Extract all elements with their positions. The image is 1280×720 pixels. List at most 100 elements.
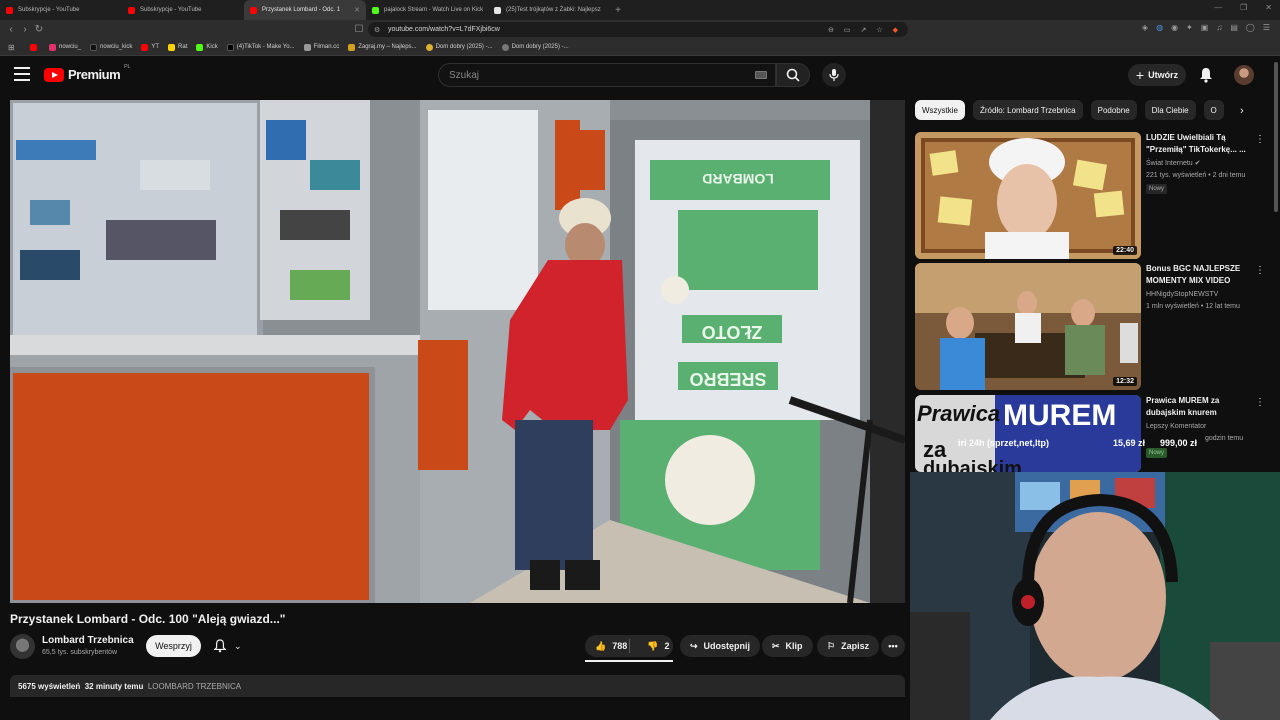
join-button[interactable]: Wesprzyj: [146, 635, 201, 657]
bookmark-item[interactable]: Zagraj.my – Najleps...: [348, 43, 417, 51]
search-input[interactable]: Szukaj: [438, 63, 776, 87]
share-page-icon[interactable]: ↗: [860, 26, 866, 34]
subscription-bell-button[interactable]: ⌄: [208, 635, 254, 657]
restore-icon[interactable]: ❐: [1240, 3, 1247, 12]
new-tab-button[interactable]: +: [610, 5, 626, 16]
bookmark-page-icon[interactable]: ☐: [352, 24, 366, 35]
like-underline: [585, 660, 673, 662]
puzzle-icon[interactable]: ✦: [1186, 23, 1193, 32]
webcam-overlay: [910, 472, 1280, 720]
bell-icon: [214, 639, 226, 653]
browser-tab[interactable]: Subskrypcje - YouTube: [0, 0, 122, 20]
recommendation-item[interactable]: 22:40 LUDZIE Uwielbiali Tą "Przemiłą" Ti…: [915, 132, 1270, 260]
bookmark-item[interactable]: YT: [141, 43, 159, 51]
thumbs-up-icon[interactable]: 👍: [595, 641, 606, 652]
bookmark-item[interactable]: Dom dobry (2025) -...: [501, 43, 569, 51]
bookmark-item[interactable]: Dom dobry (2025) -...: [425, 43, 493, 51]
recommendation-title[interactable]: LUDZIE Uwielbiali Tą "Przemiłą" TikToker…: [1146, 132, 1251, 156]
stream-overlay-ticker: iri 24h (sprzet,net,ltp) 15,69 zł 999,00…: [958, 435, 1238, 451]
search-button[interactable]: [776, 63, 810, 87]
recommendation-item[interactable]: Prawica MUREM za dubajskim Prawica MUREM…: [915, 395, 1270, 472]
star-icon[interactable]: ☆: [876, 26, 882, 34]
chip-source[interactable]: Źródło: Lombard Trzebnica: [973, 100, 1083, 120]
bookmark-item[interactable]: (4)TikTok - Make Yo...: [226, 43, 295, 51]
video-player[interactable]: ZŁOTO SREBRO LOMBARD: [10, 100, 905, 603]
bookmark-item[interactable]: Rat: [168, 43, 187, 51]
profile-icon[interactable]: ◯: [1246, 23, 1255, 32]
channel-avatar[interactable]: [10, 634, 35, 659]
voice-search-button[interactable]: [822, 63, 846, 87]
channel-name[interactable]: Lombard Trzebnica: [42, 635, 134, 646]
reload-icon[interactable]: ↻: [32, 24, 46, 35]
bookmark-item[interactable]: [30, 43, 40, 51]
browser-tab[interactable]: pajalock Stream - Watch Live on Kick: [366, 0, 488, 20]
account-avatar[interactable]: [1234, 65, 1254, 85]
notifications-bell-icon[interactable]: [1199, 67, 1213, 88]
chip-all[interactable]: Wszystkie: [915, 100, 965, 120]
browser-tab-active[interactable]: Przystanek Lombard - Odc. 1 ✕: [244, 0, 366, 20]
create-button[interactable]: + Utwórz: [1128, 64, 1186, 86]
chip-more[interactable]: O: [1203, 100, 1224, 120]
site-info-icon[interactable]: ⚙: [374, 26, 380, 34]
zoom-icon[interactable]: ⊖: [828, 26, 834, 34]
chip-for-you[interactable]: Dla Ciebie: [1144, 100, 1196, 120]
hashtag[interactable]: LOOMBARD TRZEBNICA: [148, 682, 241, 691]
recommendation-title[interactable]: Bonus BGC NAJLEPSZE MOMENTY MIX VIDEO: [1146, 263, 1251, 287]
chip-similar[interactable]: Podobne: [1090, 100, 1137, 120]
media-icon[interactable]: ♫: [1216, 23, 1222, 32]
minimize-icon[interactable]: —: [1214, 3, 1222, 12]
more-vertical-icon[interactable]: ⋮: [1255, 134, 1265, 145]
dislike-count: 2: [664, 641, 670, 651]
extension-icon[interactable]: ◈: [1142, 23, 1148, 32]
hamburger-menu-icon[interactable]: [14, 67, 30, 81]
extension-icon[interactable]: ◍: [1156, 23, 1163, 32]
video-thumbnail[interactable]: 22:40: [915, 132, 1141, 259]
screenshot-icon[interactable]: ▭: [844, 26, 851, 34]
close-tab-icon[interactable]: ✕: [354, 6, 360, 14]
filter-chips: Wszystkie Źródło: Lombard Trzebnica Podo…: [915, 100, 1265, 122]
clip-button[interactable]: ✂ Klip: [762, 635, 813, 657]
recommendation-title[interactable]: Prawica MUREM za dubajskim knurem: [1146, 395, 1251, 419]
apps-grid-icon[interactable]: ⊞: [8, 43, 15, 52]
brave-shield-icon[interactable]: ◆: [893, 26, 898, 34]
chevron-right-icon[interactable]: ›: [1240, 105, 1244, 117]
bookmark-item[interactable]: nowciu_: [49, 43, 81, 51]
video-frame-image: ZŁOTO SREBRO LOMBARD: [10, 100, 905, 603]
menu-icon[interactable]: ☰: [1263, 23, 1270, 32]
forward-icon[interactable]: ›: [18, 24, 32, 35]
more-horizontal-icon: •••: [888, 641, 898, 651]
recommendation-channel[interactable]: Świat Internetu ✔: [1146, 159, 1201, 167]
close-window-icon[interactable]: ✕: [1265, 3, 1272, 12]
keyboard-icon[interactable]: [755, 71, 767, 79]
browser-tab[interactable]: Subskrypcje - YouTube: [122, 0, 244, 20]
more-vertical-icon[interactable]: ⋮: [1255, 397, 1265, 408]
back-icon[interactable]: ‹: [4, 24, 18, 35]
bookmark-item[interactable]: Filman.cc: [303, 43, 339, 51]
extension-icon[interactable]: ◉: [1171, 23, 1178, 32]
tiktok-favicon-icon: [494, 6, 501, 14]
like-count: 788: [612, 641, 628, 651]
recommendation-item[interactable]: 12:32 Bonus BGC NAJLEPSZE MOMENTY MIX VI…: [915, 263, 1270, 391]
thumbs-down-icon[interactable]: 👎: [647, 641, 658, 652]
bookmark-item[interactable]: Kick: [196, 43, 218, 51]
share-button[interactable]: ↪ Udostępnij: [680, 635, 761, 657]
more-actions-button[interactable]: •••: [881, 635, 905, 657]
recommendation-channel[interactable]: Lepszy Komentator: [1146, 423, 1206, 430]
sign-zloto: ZŁOTO: [702, 322, 763, 342]
browser-tab-bar: Subskrypcje - YouTube Subskrypcje - YouT…: [0, 0, 1280, 20]
bookmark-item[interactable]: nowciu_kick: [90, 43, 132, 51]
youtube-header: Premium PL Szukaj + Utwórz: [0, 56, 1280, 96]
browser-tab[interactable]: (25)Test trójkątów z Żabki: Najlepsz: [488, 0, 610, 20]
youtube-premium-logo[interactable]: Premium PL: [44, 64, 130, 82]
tiktok-icon: [226, 43, 234, 51]
video-thumbnail[interactable]: Prawica MUREM za dubajskim: [915, 395, 1141, 472]
description-box[interactable]: 5675 wyświetleń 32 minuty temu LOOMBARD …: [10, 675, 905, 697]
sidebar-icon[interactable]: ▣: [1201, 23, 1209, 32]
page-scrollbar[interactable]: [1274, 62, 1278, 212]
video-thumbnail[interactable]: 12:32: [915, 263, 1141, 390]
url-bar[interactable]: ⚙ youtube.com/watch?v=L7dFXjbi6cw ⊖ ▭ ↗ …: [368, 22, 908, 37]
wallet-icon[interactable]: ▤: [1230, 23, 1238, 32]
more-vertical-icon[interactable]: ⋮: [1255, 265, 1265, 276]
recommendation-channel[interactable]: HHNigdyStopNEWSTV: [1146, 291, 1218, 298]
save-button[interactable]: ⚐ Zapisz: [817, 635, 880, 657]
